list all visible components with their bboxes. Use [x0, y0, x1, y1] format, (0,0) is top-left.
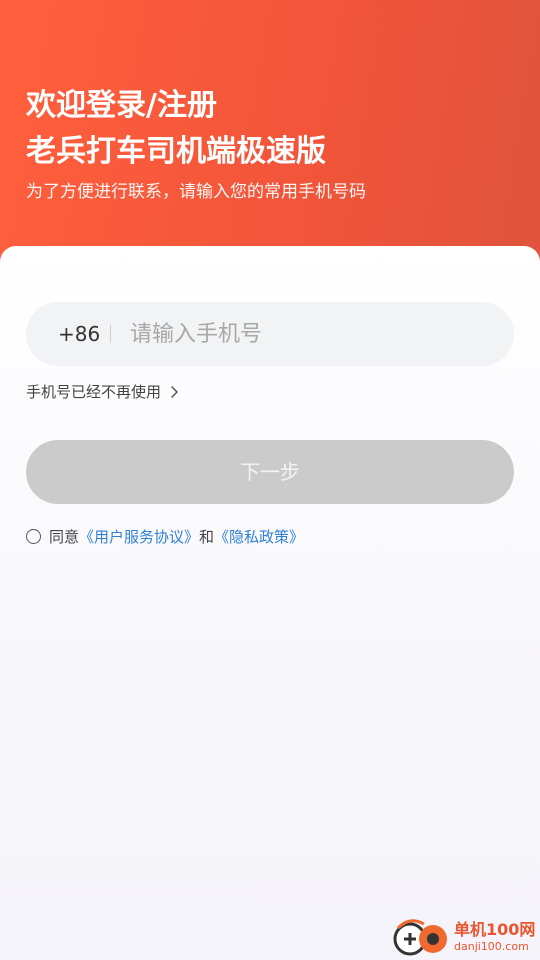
next-step-button[interactable]: 下一步: [26, 440, 514, 504]
agreement-row: 同意 《用户服务协议》 和 《隐私政策》: [26, 524, 304, 548]
watermark: 单机100网 danji100.com: [388, 914, 540, 960]
watermark-logo-icon: [393, 919, 447, 956]
phone-input[interactable]: [130, 302, 490, 366]
header-subtitle: 为了方便进行联系，请输入您的常用手机号码: [26, 182, 366, 202]
country-code[interactable]: +86: [58, 302, 100, 366]
welcome-title: 欢迎登录/注册: [26, 88, 217, 123]
watermark-cn: 单机100网: [454, 920, 536, 939]
chevron-right-icon: [171, 386, 178, 398]
app-name-title: 老兵打车司机端极速版: [26, 134, 326, 169]
phone-no-longer-used-label: 手机号已经不再使用: [26, 383, 162, 401]
user-agreement-link[interactable]: 《用户服务协议》: [79, 526, 199, 547]
privacy-policy-link[interactable]: 《隐私政策》: [214, 526, 304, 547]
agree-radio[interactable]: [26, 528, 41, 544]
input-divider: [110, 325, 111, 343]
agree-connector: 和: [199, 527, 215, 546]
phone-input-box[interactable]: +86: [26, 302, 514, 366]
agree-prefix: 同意: [49, 527, 80, 546]
watermark-en: danji100.com: [454, 940, 529, 953]
phone-no-longer-used-link[interactable]: 手机号已经不再使用: [26, 380, 181, 404]
